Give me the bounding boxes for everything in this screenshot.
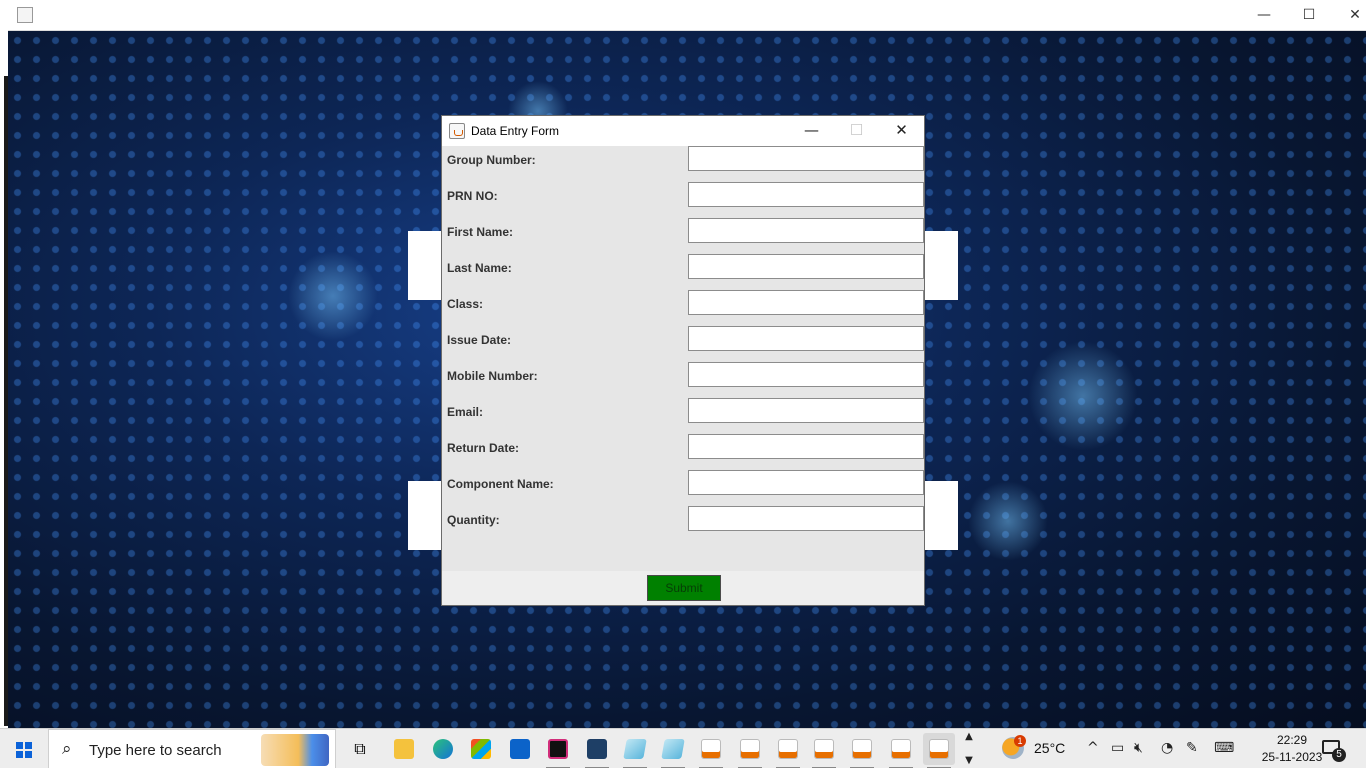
clock-date[interactable]: 25-11-2023 [1256,750,1328,764]
class-input[interactable] [688,290,924,315]
issue-date-label: Issue Date: [447,333,512,347]
data-entry-dialog: Data Entry Form — ☐ ✕ Group Number: PRN … [441,115,925,606]
form-row: PRN NO: [442,182,924,218]
java-icon[interactable] [885,733,917,768]
notification-count: 5 [1332,748,1346,762]
maximize-button[interactable]: ☐ [1286,0,1332,31]
dialog-maximize-button: ☐ [849,121,864,139]
search-highlight-illustration [261,734,329,766]
intellij-icon[interactable] [542,733,574,768]
prn-no-input[interactable] [688,182,924,207]
windows-logo-icon [16,742,32,758]
notification-center-button[interactable]: 5 [1322,738,1346,762]
main-window-titlebar[interactable]: — ☐ ✕ [8,0,1366,31]
form-area: Group Number: PRN NO: First Name: Last N… [442,146,924,571]
chevron-down-icon[interactable]: ▼ [962,755,976,766]
background-panel [408,481,442,550]
mail-icon[interactable] [504,733,536,765]
edge-icon[interactable] [427,733,459,765]
first-name-input[interactable] [688,218,924,243]
background-panel [408,231,442,300]
form-row: Class: [442,290,924,326]
quantity-input[interactable] [688,506,924,531]
chevron-up-icon[interactable]: ▲ [962,731,976,742]
minimize-button[interactable]: — [1241,0,1287,31]
mobile-number-label: Mobile Number: [447,369,538,383]
class-label: Class: [447,297,484,311]
weather-badge: 1 [1014,735,1026,747]
taskbar: ⌕ Type here to search ⧉ ▲ ▼ 1 25°C ^ ▭ 🔇… [0,728,1366,768]
form-row: Return Date: [442,434,924,470]
weather-temperature[interactable]: 25°C [1034,740,1065,756]
java-icon[interactable] [923,733,955,768]
java-icon [449,123,465,139]
group-number-label: Group Number: [447,153,536,167]
first-name-label: First Name: [447,225,514,239]
return-date-input[interactable] [688,434,924,459]
dialog-minimize-button[interactable]: — [789,116,834,146]
mysql-workbench-icon[interactable] [581,733,613,768]
email-label: Email: [447,405,484,419]
pen-icon[interactable]: ✎ [1186,740,1198,756]
quantity-label: Quantity: [447,513,500,527]
wifi-icon[interactable]: ◔ [1161,740,1173,756]
form-row: Last Name: [442,254,924,290]
issue-date-input[interactable] [688,326,924,351]
notepad-icon[interactable] [657,733,689,768]
java-icon[interactable] [772,733,804,768]
search-box[interactable]: ⌕ Type here to search [48,729,336,768]
component-name-label: Component Name: [447,477,554,491]
dialog-title: Data Entry Form [471,124,560,138]
background-panel [924,231,958,300]
form-row: Mobile Number: [442,362,924,398]
java-icon[interactable] [734,733,766,768]
chevron-up-icon[interactable]: ^ [1087,740,1099,756]
dialog-titlebar[interactable]: Data Entry Form — ☐ ✕ [442,116,924,146]
form-row: Quantity: [442,506,924,542]
java-app-icon [17,7,33,23]
email-input[interactable] [688,398,924,423]
search-placeholder: Type here to search [89,742,222,759]
java-icon[interactable] [808,733,840,768]
last-name-label: Last Name: [447,261,512,275]
clock-time[interactable]: 22:29 [1262,733,1322,747]
battery-icon[interactable]: ▭ [1111,740,1124,756]
form-row: Issue Date: [442,326,924,362]
notepad-icon[interactable] [619,733,651,768]
microsoft-store-icon[interactable] [465,733,497,765]
task-view-icon[interactable]: ⧉ [344,733,376,765]
dialog-close-button[interactable]: ✕ [879,116,924,146]
keyboard-icon[interactable]: ⌨ [1214,740,1234,756]
return-date-label: Return Date: [447,441,520,455]
start-button[interactable] [0,729,48,768]
form-row: Group Number: [442,146,924,182]
group-number-input[interactable] [688,146,924,171]
form-row: Email: [442,398,924,434]
form-row: First Name: [442,218,924,254]
component-name-input[interactable] [688,470,924,495]
java-icon[interactable] [695,733,727,768]
background-panel [924,481,958,550]
form-row: Component Name: [442,470,924,506]
submit-button[interactable]: Submit [647,575,721,601]
mobile-number-input[interactable] [688,362,924,387]
prn-no-label: PRN NO: [447,189,498,203]
last-name-input[interactable] [688,254,924,279]
java-icon[interactable] [846,733,878,768]
search-icon: ⌕ [62,739,72,759]
close-button[interactable]: ✕ [1332,0,1366,31]
window-border [0,0,8,728]
file-explorer-icon[interactable] [388,733,420,765]
speaker-muted-icon[interactable]: 🔇︎ [1134,740,1143,756]
